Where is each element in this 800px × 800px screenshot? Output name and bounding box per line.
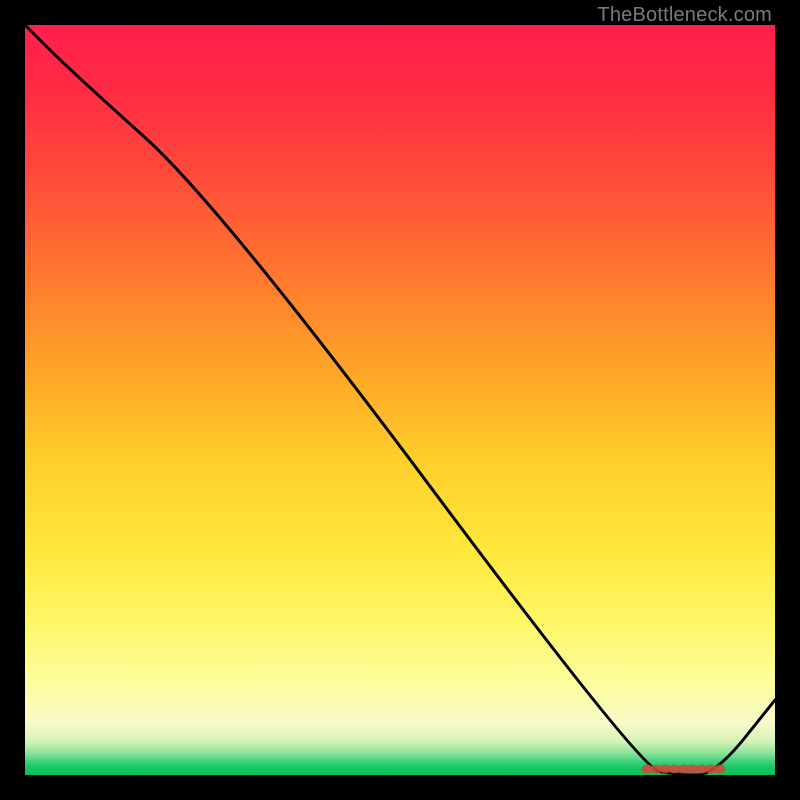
marker-dot xyxy=(714,765,726,774)
chart-frame: TheBottleneck.com xyxy=(0,0,800,800)
line-series xyxy=(25,25,775,775)
marker-cluster xyxy=(642,765,726,774)
watermark-text: TheBottleneck.com xyxy=(597,4,772,27)
chart-svg xyxy=(25,25,775,775)
line-path xyxy=(25,25,775,775)
